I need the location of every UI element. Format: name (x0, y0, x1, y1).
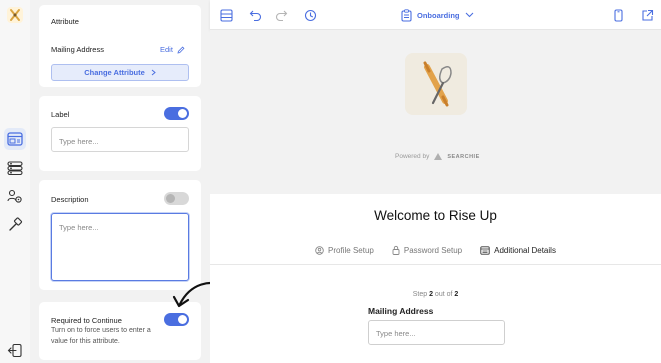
divider (210, 264, 661, 265)
form-content: Welcome to Rise Up Profile Setup Passwor… (210, 194, 661, 363)
step-label: Profile Setup (328, 245, 374, 255)
mobile-preview-icon[interactable] (611, 8, 625, 22)
form-preview: Onboarding Powered by SEARCHIE Welcome t… (210, 0, 661, 363)
step-tabs: Profile Setup Password Setup Additional … (210, 243, 661, 257)
user-circle-icon (315, 245, 324, 255)
pencil-icon (177, 46, 185, 54)
mailing-address-input[interactable]: Type here... (368, 320, 505, 345)
edit-attribute-link[interactable]: Edit (160, 45, 185, 54)
undo-icon[interactable] (248, 8, 262, 22)
step-tab-additional[interactable]: Additional Details (480, 243, 556, 257)
step-current: 2 (429, 291, 433, 298)
form-editor-icon[interactable] (4, 128, 26, 150)
attribute-heading: Attribute (51, 17, 79, 26)
label-toggle[interactable] (164, 107, 189, 120)
label-input[interactable]: Type here... (51, 127, 189, 152)
welcome-title: Welcome to Rise Up (374, 208, 497, 223)
searchie-logo-icon (434, 153, 443, 160)
save-icon[interactable] (219, 8, 233, 22)
change-attribute-button[interactable]: Change Attribute (51, 64, 189, 81)
clipboard-icon (401, 8, 412, 22)
change-attribute-label: Change Attribute (84, 68, 145, 77)
users-settings-icon[interactable] (4, 185, 26, 207)
powered-by[interactable]: Powered by SEARCHIE (395, 152, 480, 161)
step-prefix: Step (412, 291, 428, 298)
required-toggle[interactable] (164, 313, 189, 326)
logout-icon[interactable] (4, 339, 26, 361)
form-icon (480, 245, 490, 255)
brand-logo-icon (405, 53, 467, 115)
attribute-card: Attribute Mailing Address Edit Change At… (39, 5, 201, 87)
powered-by-brand: SEARCHIE (447, 153, 480, 160)
edit-label: Edit (160, 45, 173, 54)
lock-icon (392, 245, 400, 255)
powered-by-text: Powered by (395, 153, 430, 160)
mailing-address-label: Mailing Address (368, 306, 434, 316)
app-logo-icon[interactable] (7, 7, 23, 23)
label-card: Label Type here... (39, 96, 201, 171)
preview-toolbar: Onboarding (210, 0, 661, 30)
description-toggle[interactable] (164, 192, 189, 205)
step-counter: Step 2 out of 2 (210, 291, 661, 298)
required-heading: Required to Continue (51, 316, 122, 325)
chevron-down-icon (465, 12, 473, 18)
open-external-icon[interactable] (640, 8, 654, 22)
redo-icon[interactable] (274, 8, 288, 22)
step-mid: out of (434, 291, 453, 298)
step-label: Password Setup (403, 245, 463, 255)
history-icon[interactable] (303, 8, 317, 22)
app-rail (0, 0, 30, 363)
design-tools-icon[interactable] (4, 213, 26, 235)
chevron-right-icon (151, 69, 156, 76)
step-label: Additional Details (494, 245, 556, 255)
flow-selector[interactable]: Onboarding (401, 7, 474, 23)
fields-list-icon[interactable] (4, 157, 26, 179)
description-heading: Description (51, 195, 89, 204)
step-tab-password[interactable]: Password Setup (392, 243, 462, 257)
flow-name: Onboarding (417, 10, 460, 20)
brand-header: Powered by SEARCHIE (210, 30, 661, 194)
label-heading: Label (51, 110, 70, 119)
description-card: Description Type here... (39, 180, 201, 290)
attribute-value: Mailing Address (51, 45, 104, 54)
step-total: 2 (454, 291, 459, 298)
required-help-text: Turn on to force users to enter a value … (51, 327, 151, 345)
step-tab-profile[interactable]: Profile Setup (315, 243, 374, 257)
description-textarea[interactable]: Type here... (51, 213, 189, 281)
